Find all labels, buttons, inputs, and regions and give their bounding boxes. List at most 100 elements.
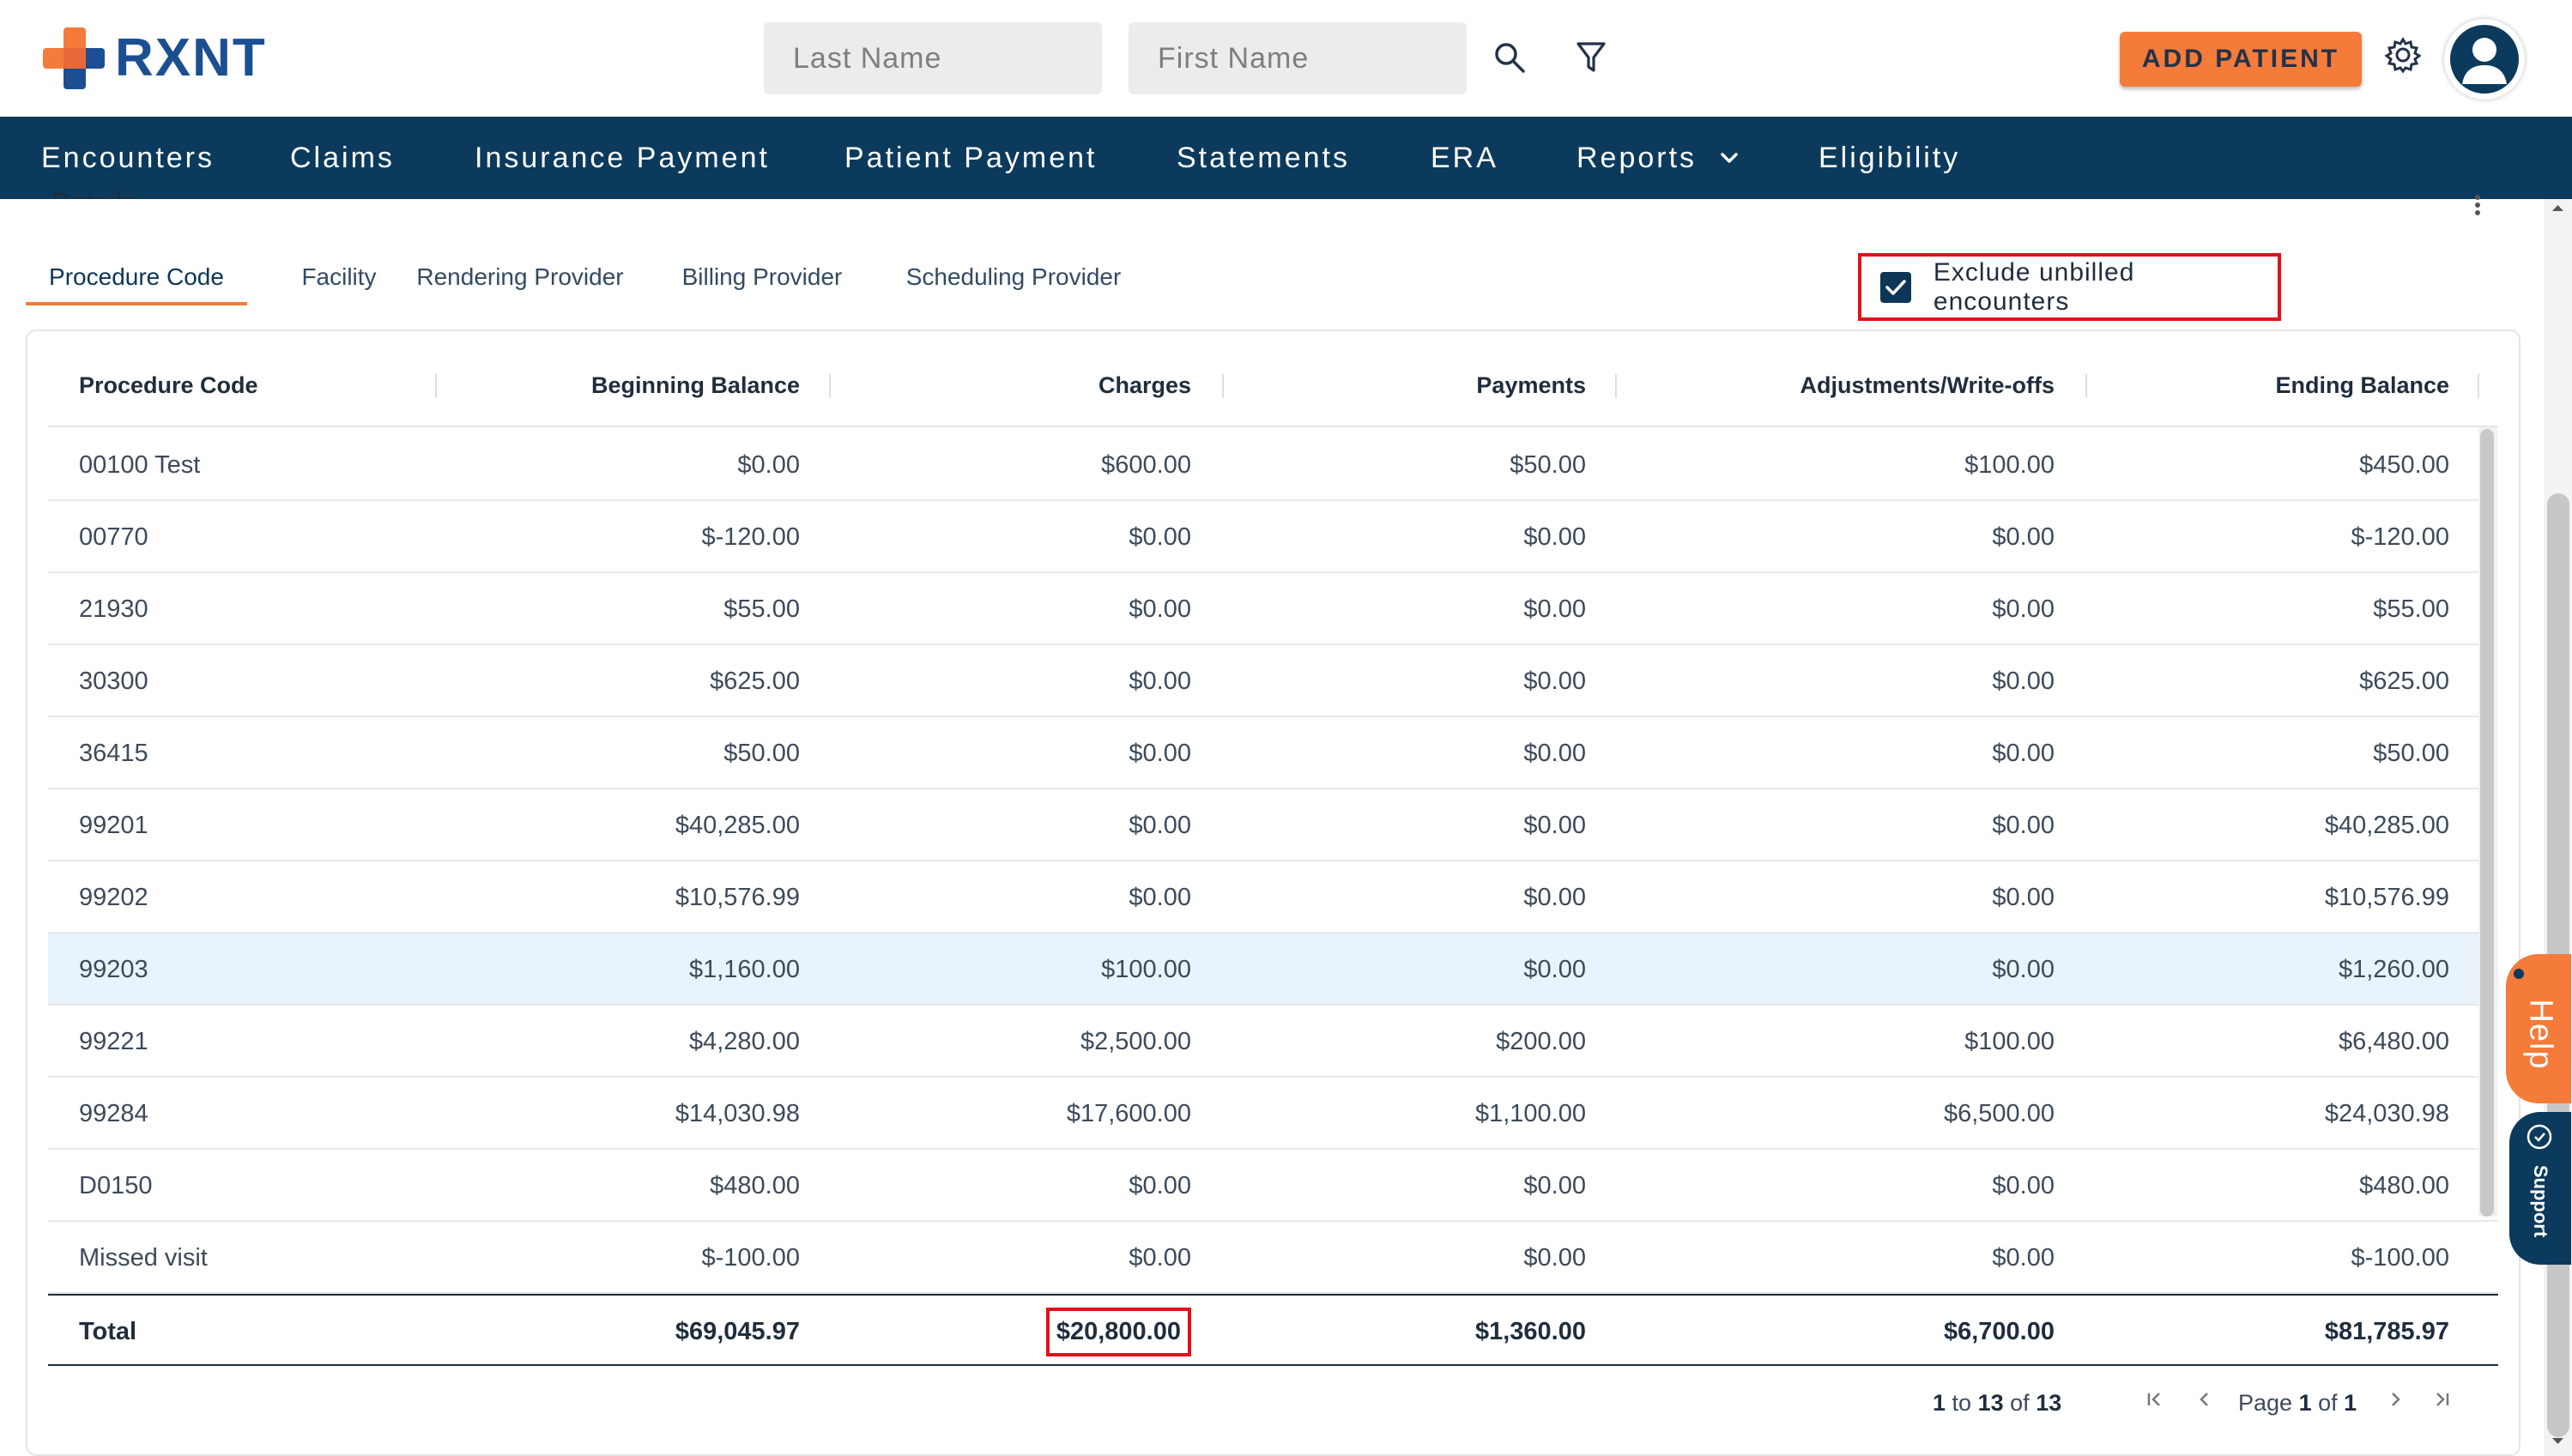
add-patient-button[interactable]: ADD PATIENT [2120,32,2362,87]
rxnt-logo[interactable]: RXNT [41,24,267,93]
column-divider[interactable] [1222,374,1224,398]
ending-balance-cell: $450.00 [2359,450,2449,479]
nav-era[interactable]: ERA [1431,117,1498,199]
col-header-beginning-balance[interactable]: Beginning Balance [451,343,800,427]
nav-patient-payment[interactable]: Patient Payment [844,117,1097,199]
gear-icon[interactable] [2382,34,2424,76]
user-avatar[interactable] [2444,19,2525,100]
ending-balance-cell: $1,260.00 [2338,955,2449,983]
table-row[interactable]: D0150 $480.00 $0.00 $0.00 $0.00 $480.00 [48,1150,2498,1222]
table-row[interactable]: 36415 $50.00 $0.00 $0.00 $0.00 $50.00 [48,717,2498,789]
nav-eligibility[interactable]: Eligibility [1819,117,1960,199]
charges-cell: $0.00 [1129,739,1191,767]
tab-facility[interactable]: Facility [275,249,403,305]
first-page-icon[interactable] [2144,1388,2166,1411]
adjustments-cell: $0.00 [1992,739,2055,767]
charges-cell: $100.00 [1101,955,1191,983]
beginning-balance-cell: $0.00 [737,450,800,479]
charges-cell: $0.00 [1129,1171,1191,1199]
table-row[interactable]: 99201 $40,285.00 $0.00 $0.00 $0.00 $40,285.00 [48,789,2498,861]
column-divider[interactable] [435,374,437,398]
scroll-down-icon[interactable] [2544,1433,2572,1450]
last-name-field[interactable] [764,22,1102,94]
logo-text: RXNT [115,28,267,88]
table-row[interactable]: 30300 $625.00 $0.00 $0.00 $0.00 $625.00 [48,645,2498,717]
col-header-charges[interactable]: Charges [846,343,1191,427]
row-to: 13 [1977,1389,2004,1416]
next-page-icon[interactable] [2384,1388,2406,1411]
ending-balance-cell: $-120.00 [2351,523,2450,551]
total-beginning-balance-cell: $69,045.97 [451,1296,800,1368]
previous-page-icon[interactable] [2194,1388,2216,1411]
table-row[interactable]: 00770 $-120.00 $0.00 $0.00 $0.00 $-120.00 [48,501,2498,573]
nav-reports[interactable]: Reports [1576,117,1740,199]
col-header-procedure-code[interactable]: Procedure Code [79,343,422,427]
beginning-balance-cell: $-100.00 [701,1243,801,1272]
total-pages: 1 [2344,1389,2357,1416]
tab-billing-provider[interactable]: Billing Provider [661,249,863,305]
first-name-field[interactable] [1129,22,1467,94]
total-row: Total $69,045.97 $20,800.00 $1,360.00 $6,700… [48,1294,2498,1366]
table-row[interactable]: 99202 $10,576.99 $0.00 $0.00 $0.00 $10,576.99 [48,861,2498,933]
beginning-balance-cell: $-120.00 [701,523,801,551]
tab-procedure-code[interactable]: Procedure Code [26,249,247,305]
table-row[interactable]: 99221 $4,280.00 $2,500.00 $200.00 $100.00 $6,… [48,1006,2498,1078]
ending-balance-cell: $6,480.00 [2338,1027,2449,1055]
nav-claims[interactable]: Claims [290,117,395,199]
last-name-input[interactable] [793,41,1073,76]
table-header-row: Procedure Code Beginning Balance Charges… [48,343,2498,427]
nav-insurance-payment[interactable]: Insurance Payment [475,117,770,199]
procedure-code-cell: 99202 [79,883,148,911]
more-options-icon[interactable] [2473,194,2482,221]
column-divider[interactable] [2478,374,2479,398]
rxnt-cross-icon [43,27,105,89]
procedure-code-cell: 99284 [79,1099,148,1127]
procedure-code-cell: 00100 Test [79,450,201,479]
row-to-word: to [1952,1389,1972,1416]
payments-cell: $0.00 [1523,523,1586,551]
nav-statements[interactable]: Statements [1177,117,1350,199]
scroll-up-icon[interactable] [2544,199,2572,216]
beginning-balance-cell: $50.00 [723,739,800,767]
filter-icon[interactable] [1572,38,1610,77]
row-total: 13 [2036,1389,2062,1416]
col-header-ending-balance[interactable]: Ending Balance [2108,343,2449,427]
help-label: Help [2522,998,2559,1070]
col-header-adjustments[interactable]: Adjustments/Write-offs [1636,343,2055,427]
first-name-input[interactable] [1158,41,1437,76]
table-scrollbar-thumb[interactable] [2480,429,2494,1217]
tab-scheduling-provider[interactable]: Scheduling Provider [881,249,1147,305]
payments-cell: $200.00 [1496,1027,1586,1055]
column-divider[interactable] [829,374,831,398]
row-count-summary: 1 to 13 of 13 [1933,1381,2061,1424]
total-ending-balance-cell: $81,785.97 [2108,1296,2449,1368]
payments-cell: $0.00 [1523,1243,1586,1272]
table-row[interactable]: 21930 $55.00 $0.00 $0.00 $0.00 $55.00 [48,573,2498,645]
table-row[interactable]: 99284 $14,030.98 $17,600.00 $1,100.00 $6,500… [48,1078,2498,1150]
checkmark-icon [1885,279,1906,295]
table-row[interactable]: 99203 $1,160.00 $100.00 $0.00 $0.00 $1,260.00 [48,933,2498,1006]
adjustments-cell: $0.00 [1992,595,2055,623]
exclude-unbilled-checkbox[interactable] [1880,271,1911,303]
main-nav: Encounters Claims Insurance Payment Pati… [0,117,2572,199]
column-divider[interactable] [1615,374,1617,398]
help-label-wrap[interactable]: Help [2515,978,2566,1090]
exclude-unbilled-toggle[interactable]: Exclude unbilled encounters [1858,253,2281,321]
payments-cell: $0.00 [1523,667,1586,695]
col-header-payments[interactable]: Payments [1241,343,1586,427]
table-row[interactable]: Missed visit $-100.00 $0.00 $0.00 $0.00 $-100… [48,1222,2498,1294]
support-label-wrap[interactable]: Support [2513,1150,2568,1253]
column-divider[interactable] [2085,374,2087,398]
charges-cell: $0.00 [1129,883,1191,911]
adjustments-cell: $0.00 [1992,523,2055,551]
tab-rendering-provider[interactable]: Rendering Provider [408,249,632,305]
adjustments-cell: $6,500.00 [1943,1099,2055,1127]
charges-cell: $2,500.00 [1080,1027,1191,1055]
details-title: Details [51,187,136,199]
last-page-icon[interactable] [2430,1388,2453,1411]
procedure-code-cell: D0150 [79,1171,153,1199]
payments-cell: $0.00 [1523,595,1586,623]
search-icon[interactable] [1490,38,1529,77]
beginning-balance-cell: $625.00 [710,667,800,695]
table-row[interactable]: 00100 Test $0.00 $600.00 $50.00 $100.00 $450.… [48,429,2498,501]
